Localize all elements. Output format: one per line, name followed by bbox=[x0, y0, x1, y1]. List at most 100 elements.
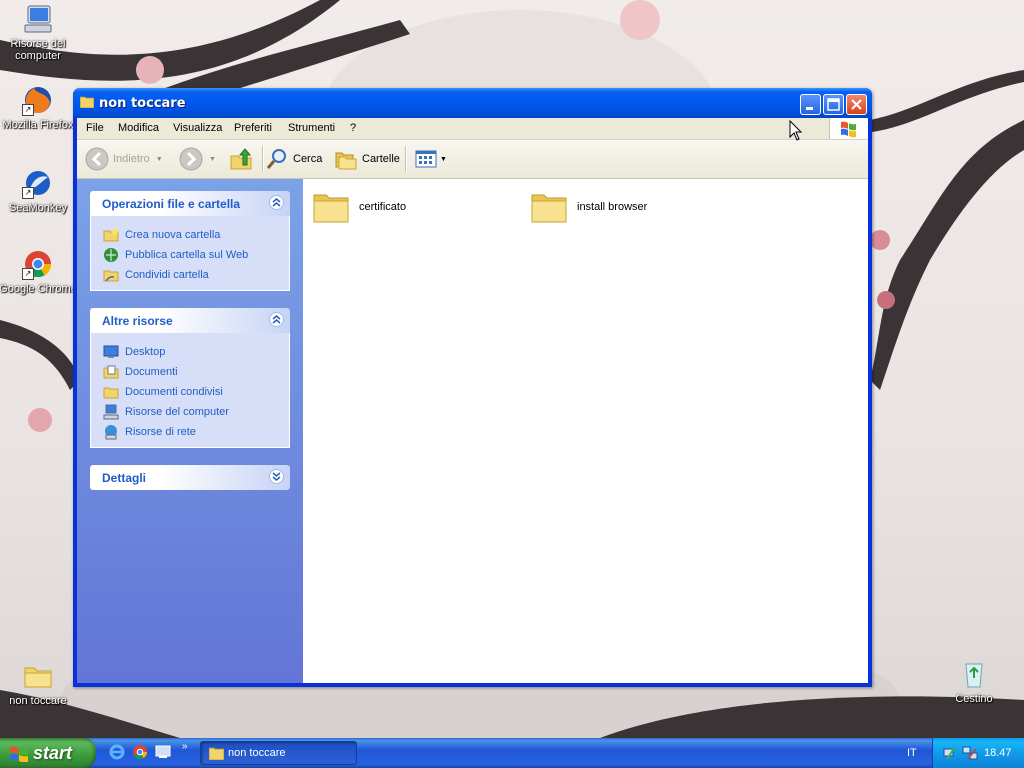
desktop-icon-chrome[interactable]: ↗ Google Chrome bbox=[0, 248, 78, 295]
other-places-body: Desktop Documenti Documenti condivisi Ri… bbox=[90, 333, 290, 448]
search-button[interactable]: Cerca bbox=[265, 147, 322, 171]
desktop-icon-firefox[interactable]: ↗ Mozilla Firefox bbox=[0, 84, 78, 131]
search-icon bbox=[266, 149, 286, 169]
internet-explorer-icon[interactable] bbox=[109, 744, 125, 760]
desktop-icon-my-computer[interactable]: Risorse del computer bbox=[0, 3, 78, 62]
system-tray: 18.47 bbox=[932, 738, 1024, 768]
forward-button[interactable]: ▼ bbox=[179, 147, 216, 171]
place-documents[interactable]: Documenti bbox=[103, 362, 289, 382]
desktop-icon-label: Mozilla Firefox bbox=[2, 119, 74, 131]
documents-icon bbox=[103, 365, 119, 379]
other-places-panel: Altre risorse Desktop Documenti Document… bbox=[90, 308, 290, 448]
taskbar-window-button[interactable]: non toccare bbox=[200, 741, 357, 765]
chrome-icon[interactable] bbox=[132, 744, 148, 760]
file-tasks-header[interactable]: Operazioni file e cartella bbox=[90, 191, 290, 216]
menu-visualizza[interactable]: Visualizza bbox=[173, 122, 222, 134]
task-new-folder[interactable]: Crea nuova cartella bbox=[103, 225, 289, 245]
maximize-button[interactable] bbox=[823, 94, 844, 115]
views-icon bbox=[415, 150, 437, 168]
back-label: Indietro bbox=[113, 153, 150, 165]
computer-icon bbox=[22, 3, 54, 35]
collapse-chevron-icon[interactable] bbox=[269, 312, 284, 327]
network-status-icon[interactable] bbox=[943, 745, 959, 761]
task-share-folder[interactable]: Condividi cartella bbox=[103, 265, 289, 285]
menu-modifica[interactable]: Modifica bbox=[118, 122, 159, 134]
file-tasks-title: Operazioni file e cartella bbox=[102, 197, 241, 211]
network-connections-icon[interactable] bbox=[962, 745, 978, 761]
toolbar-separator bbox=[405, 146, 407, 172]
firefox-icon: ↗ bbox=[22, 84, 54, 116]
menu-file[interactable]: File bbox=[86, 122, 104, 134]
place-desktop[interactable]: Desktop bbox=[103, 342, 289, 362]
folders-icon bbox=[335, 152, 357, 170]
details-title: Dettagli bbox=[102, 471, 147, 485]
shared-folder-icon bbox=[103, 387, 119, 399]
file-tasks-panel: Operazioni file e cartella Crea nuova ca… bbox=[90, 191, 290, 291]
other-places-title: Altre risorse bbox=[102, 314, 173, 328]
task-label: Crea nuova cartella bbox=[125, 229, 221, 241]
desktop-icon-recycle-bin[interactable]: Cestino bbox=[934, 658, 1014, 705]
toolbar-separator bbox=[262, 146, 264, 172]
folder-item-install-browser[interactable]: install browser bbox=[529, 187, 647, 227]
computer-icon bbox=[103, 404, 119, 420]
details-header[interactable]: Dettagli bbox=[90, 465, 290, 490]
title-bar[interactable]: non toccare bbox=[73, 88, 872, 118]
quick-launch-overflow-icon[interactable]: » bbox=[182, 741, 188, 752]
desktop-icon-label: Google Chrome bbox=[0, 283, 77, 295]
folder-content[interactable]: certificato install browser bbox=[303, 179, 868, 683]
task-label: Condividi cartella bbox=[125, 269, 209, 281]
shortcut-arrow-icon: ↗ bbox=[22, 268, 34, 280]
start-button[interactable]: start bbox=[0, 738, 96, 768]
maximize-icon bbox=[827, 98, 840, 111]
place-label: Risorse di rete bbox=[125, 426, 196, 438]
menu-help[interactable]: ? bbox=[350, 122, 356, 134]
up-folder-button[interactable] bbox=[229, 147, 253, 171]
expand-chevron-icon[interactable] bbox=[269, 469, 284, 484]
desktop-icon-label: Risorse del computer bbox=[10, 38, 66, 62]
collapse-chevron-icon[interactable] bbox=[269, 195, 284, 210]
desktop-icon-non-toccare[interactable]: non toccare bbox=[0, 660, 78, 707]
publish-web-icon bbox=[104, 248, 118, 262]
seamonkey-icon: ↗ bbox=[22, 167, 54, 199]
close-button[interactable] bbox=[846, 94, 867, 115]
task-publish-web[interactable]: Pubblica cartella sul Web bbox=[103, 245, 289, 265]
chrome-icon: ↗ bbox=[22, 248, 54, 280]
place-label: Documenti bbox=[125, 366, 178, 378]
shortcut-arrow-icon: ↗ bbox=[22, 104, 34, 116]
minimize-button[interactable] bbox=[800, 94, 821, 115]
menu-preferiti[interactable]: Preferiti bbox=[234, 122, 272, 134]
minimize-icon bbox=[806, 107, 813, 110]
mouse-cursor-icon bbox=[789, 120, 803, 141]
folders-label: Cartelle bbox=[362, 153, 400, 165]
place-shared-documents[interactable]: Documenti condivisi bbox=[103, 382, 289, 402]
views-button[interactable]: ▼ bbox=[414, 147, 447, 171]
desktop-icon-seamonkey[interactable]: ↗ SeaMonkey bbox=[0, 167, 78, 214]
shortcut-arrow-icon: ↗ bbox=[22, 187, 34, 199]
dropdown-arrow-icon: ▼ bbox=[209, 155, 216, 163]
show-desktop-icon[interactable] bbox=[155, 744, 171, 760]
recycle-bin-icon bbox=[958, 658, 990, 690]
folder-item-certificato[interactable]: certificato bbox=[311, 187, 406, 227]
window-title: non toccare bbox=[99, 96, 186, 111]
place-my-computer[interactable]: Risorse del computer bbox=[103, 402, 289, 422]
language-indicator[interactable]: IT bbox=[907, 747, 917, 759]
folder-icon bbox=[209, 747, 224, 760]
windows-logo-icon bbox=[829, 118, 868, 139]
share-folder-icon bbox=[103, 270, 119, 282]
file-name: certificato bbox=[359, 201, 407, 213]
close-icon bbox=[851, 99, 862, 110]
back-arrow-icon bbox=[85, 147, 109, 171]
dropdown-arrow-icon: ▼ bbox=[155, 155, 163, 163]
task-label: Pubblica cartella sul Web bbox=[125, 249, 249, 261]
taskbar-window-label: non toccare bbox=[228, 747, 286, 759]
clock[interactable]: 18.47 bbox=[984, 747, 1012, 759]
network-icon bbox=[105, 425, 117, 440]
start-label: start bbox=[33, 743, 73, 763]
place-network[interactable]: Risorse di rete bbox=[103, 422, 289, 442]
taskbar: start » non toccare IT 18.47 bbox=[0, 738, 1024, 768]
back-button[interactable]: Indietro ▼ bbox=[85, 147, 163, 171]
menu-strumenti[interactable]: Strumenti bbox=[288, 122, 335, 134]
folders-button[interactable]: Cartelle bbox=[334, 147, 400, 171]
other-places-header[interactable]: Altre risorse bbox=[90, 308, 290, 333]
explorer-window: non toccare File Modifica Visualizza Pre… bbox=[73, 88, 872, 687]
